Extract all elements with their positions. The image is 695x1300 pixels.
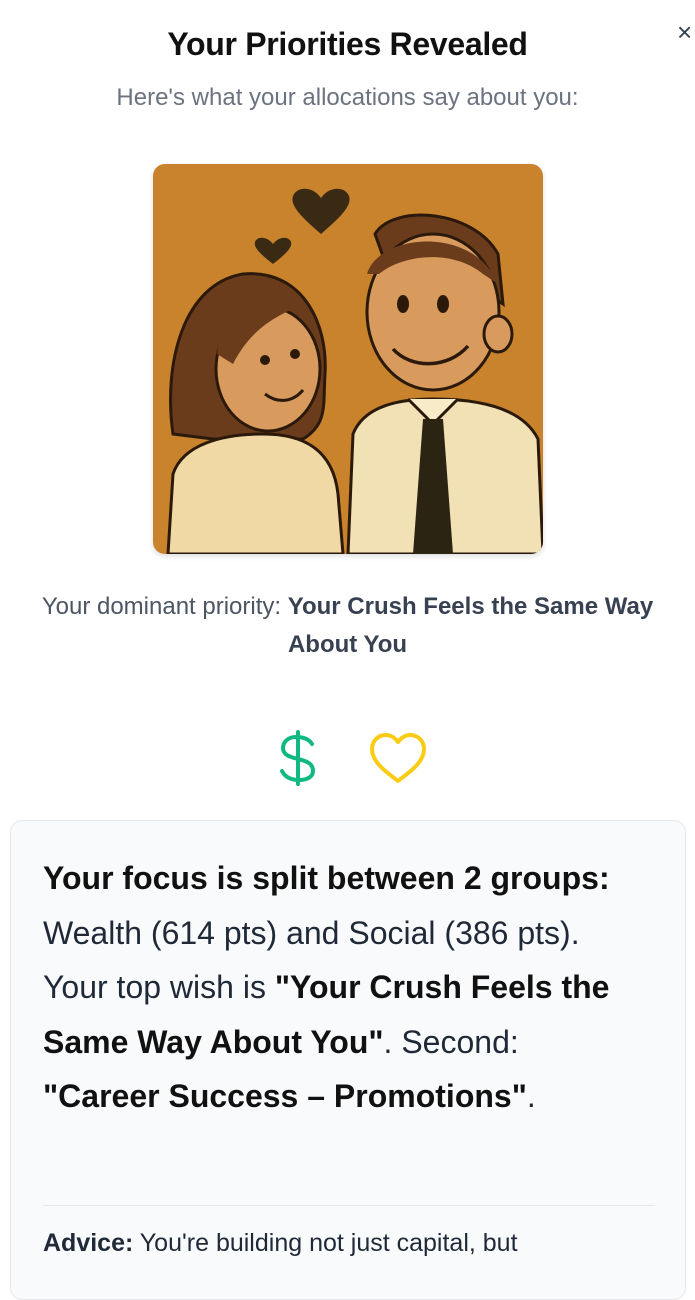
summary-text: Your focus is split between 2 groups: We…: [43, 851, 643, 1124]
advice-label: Advice:: [43, 1229, 134, 1257]
dollar-icon: [268, 728, 328, 788]
category-icons: [0, 728, 695, 788]
summary-part-2: . Second:: [383, 1023, 519, 1060]
couple-illustration: [153, 164, 543, 554]
advice-text: Advice: You're building not just capital…: [43, 1225, 663, 1261]
dominant-priority: Your dominant priority: Your Crush Feels…: [20, 588, 675, 664]
page-title: Your Priorities Revealed: [167, 26, 528, 62]
heart-icon: [368, 728, 428, 788]
insight-card: Your focus is split between 2 groups: We…: [10, 820, 686, 1300]
summary-part-3: .: [526, 1078, 536, 1114]
dominant-prefix: Your dominant priority:: [41, 593, 288, 620]
summary-lead: Your focus is split between 2 groups:: [43, 860, 610, 896]
advice-body: You're building not just capital, but: [133, 1229, 518, 1257]
summary-second-wish: "Career Success – Promotions": [43, 1078, 527, 1114]
page-subtitle: Here's what your allocations say about y…: [116, 84, 579, 111]
dominant-value: Your Crush Feels the Same Way About You: [287, 593, 654, 658]
divider: [43, 1205, 655, 1206]
